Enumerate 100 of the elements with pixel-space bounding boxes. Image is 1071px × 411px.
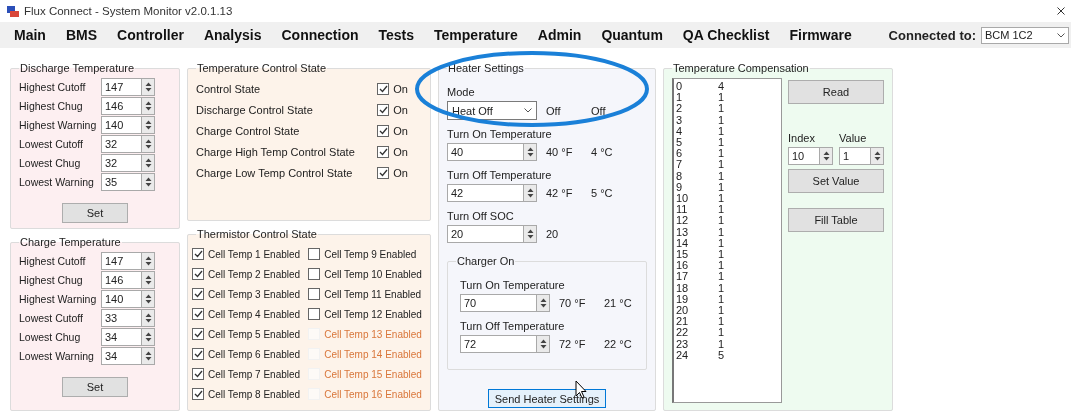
menu-tab[interactable]: Connection [281, 27, 359, 43]
close-icon[interactable] [1057, 7, 1065, 15]
spin-buttons[interactable] [523, 225, 537, 243]
number-field[interactable]: 147 [101, 252, 141, 270]
value-cell: 1 [718, 338, 725, 350]
spin-buttons[interactable] [141, 116, 155, 134]
spin-buttons[interactable] [141, 97, 155, 115]
checkbox-label: On [393, 146, 408, 158]
checkbox[interactable] [308, 308, 321, 320]
number-field[interactable]: 32 [101, 154, 141, 172]
setting-label: Charge Control State [196, 125, 301, 137]
device-dropdown[interactable]: BCM 1C2 [981, 26, 1069, 44]
spin-buttons[interactable] [141, 347, 155, 365]
checkbox-label: Cell Temp 7 Enabled [208, 368, 301, 380]
checkbox[interactable] [192, 368, 204, 380]
checkbox[interactable] [308, 248, 321, 260]
menu-tab[interactable]: Analysis [203, 27, 262, 43]
spin-buttons[interactable] [141, 271, 155, 289]
checkbox[interactable] [192, 388, 204, 400]
caret-icon [524, 108, 532, 113]
menu-tab[interactable]: Tests [378, 27, 415, 43]
setting-label: Control State [196, 83, 262, 95]
menu-tab[interactable]: Admin [537, 27, 582, 43]
number-field[interactable]: 40 [447, 143, 523, 161]
spin-buttons[interactable] [141, 290, 155, 308]
spin-buttons[interactable] [141, 78, 155, 96]
number-field[interactable]: 34 [101, 328, 141, 346]
spin-buttons[interactable] [819, 147, 833, 165]
send-button[interactable]: Send Heater Settings [488, 389, 606, 408]
checkbox[interactable] [377, 104, 390, 116]
spin-buttons[interactable] [523, 143, 537, 161]
set-value-button[interactable]: Set Value [788, 169, 884, 193]
checkbox-label: Cell Temp 13 Enabled [324, 328, 422, 340]
value-cell: 1 [718, 293, 725, 306]
checkbox[interactable] [377, 125, 390, 137]
menu-tab[interactable]: BMS [65, 27, 97, 43]
index-cell-text: 12 [676, 215, 690, 227]
number-field[interactable]: 147 [101, 78, 141, 96]
checkbox[interactable] [192, 308, 204, 320]
number-field[interactable]: 33 [101, 309, 141, 327]
checkbox[interactable] [192, 268, 204, 280]
set-button[interactable]: Set [62, 377, 128, 397]
spin-buttons[interactable] [141, 328, 155, 346]
checkbox[interactable] [192, 348, 204, 360]
checkbox[interactable] [377, 83, 390, 95]
field-label: Lowest Chug [19, 157, 82, 169]
menu-tab[interactable]: Main [14, 27, 46, 43]
checkbox[interactable] [192, 248, 204, 260]
checkbox[interactable] [192, 288, 204, 300]
number-field[interactable]: 70 [460, 294, 536, 312]
spin-buttons[interactable] [141, 135, 155, 153]
menu-tab[interactable]: QA Checklist [682, 27, 770, 43]
reading-text: 5 °C [591, 187, 613, 199]
number-field[interactable]: 140 [101, 290, 141, 308]
list-box[interactable]: 0 4 1 1 2 1 3 1 4 1 5 1 6 1 7 1 8 1 9 1 10 1 11 1 12 1 13 1 14 1 15 1 16 1 17 1 18 1 19 1 20 1 21 1 22 1 23 1 24 5 [672, 78, 782, 403]
number-field[interactable]: 20 [447, 225, 523, 243]
field-label: Mode [447, 86, 476, 98]
menu-tab[interactable]: Quantum [601, 27, 663, 43]
menu-tab[interactable]: Controller [117, 27, 184, 43]
number-field[interactable]: 32 [101, 135, 141, 153]
number-field[interactable]: 42 [447, 184, 523, 202]
number-field[interactable]: 72 [460, 335, 536, 353]
index-cell-text: 13 [676, 226, 690, 238]
spin-buttons[interactable] [523, 184, 537, 202]
read-button[interactable]: Read [788, 80, 884, 104]
field-label: Index [788, 132, 816, 144]
checkbox[interactable] [308, 268, 321, 280]
checkbox[interactable] [377, 167, 390, 179]
checkbox-label: On [393, 104, 408, 116]
field-label: Highest Warning [19, 293, 98, 305]
setting-label: Charge High Temp Control State [196, 146, 356, 158]
mode-dropdown[interactable]: Heat Off [447, 101, 537, 120]
checkbox[interactable] [192, 328, 204, 340]
menu-tab[interactable]: Firmware [789, 27, 852, 43]
spin-buttons[interactable] [536, 335, 550, 353]
number-field[interactable]: 146 [101, 97, 141, 115]
index-cell-text: 5 [676, 137, 684, 149]
fill-table-button[interactable]: Fill Table [788, 208, 884, 232]
number-field[interactable]: 140 [101, 116, 141, 134]
checkbox-label: Cell Temp 4 Enabled [208, 308, 301, 320]
number-field[interactable]: 146 [101, 271, 141, 289]
value-cell: 1 [718, 137, 725, 149]
spin-buttons[interactable] [141, 154, 155, 172]
value-cell: 1 [718, 249, 725, 261]
number-field[interactable]: 35 [101, 173, 141, 191]
number-field[interactable]: 1 [839, 147, 870, 165]
spin-buttons[interactable] [141, 309, 155, 327]
spin-buttons[interactable] [870, 147, 884, 165]
value-cell: 1 [718, 282, 725, 294]
checkbox[interactable] [308, 288, 321, 300]
number-field[interactable]: 34 [101, 347, 141, 365]
checkbox[interactable] [377, 146, 390, 158]
number-field[interactable]: 10 [788, 147, 819, 165]
spin-buttons[interactable] [141, 173, 155, 191]
set-button[interactable]: Set [62, 203, 128, 223]
spin-buttons[interactable] [536, 294, 550, 312]
field-label: Value [839, 132, 868, 144]
index-cell-text: 2 [676, 103, 684, 115]
menu-tab[interactable]: Temperature [434, 27, 518, 43]
spin-buttons[interactable] [141, 252, 155, 270]
